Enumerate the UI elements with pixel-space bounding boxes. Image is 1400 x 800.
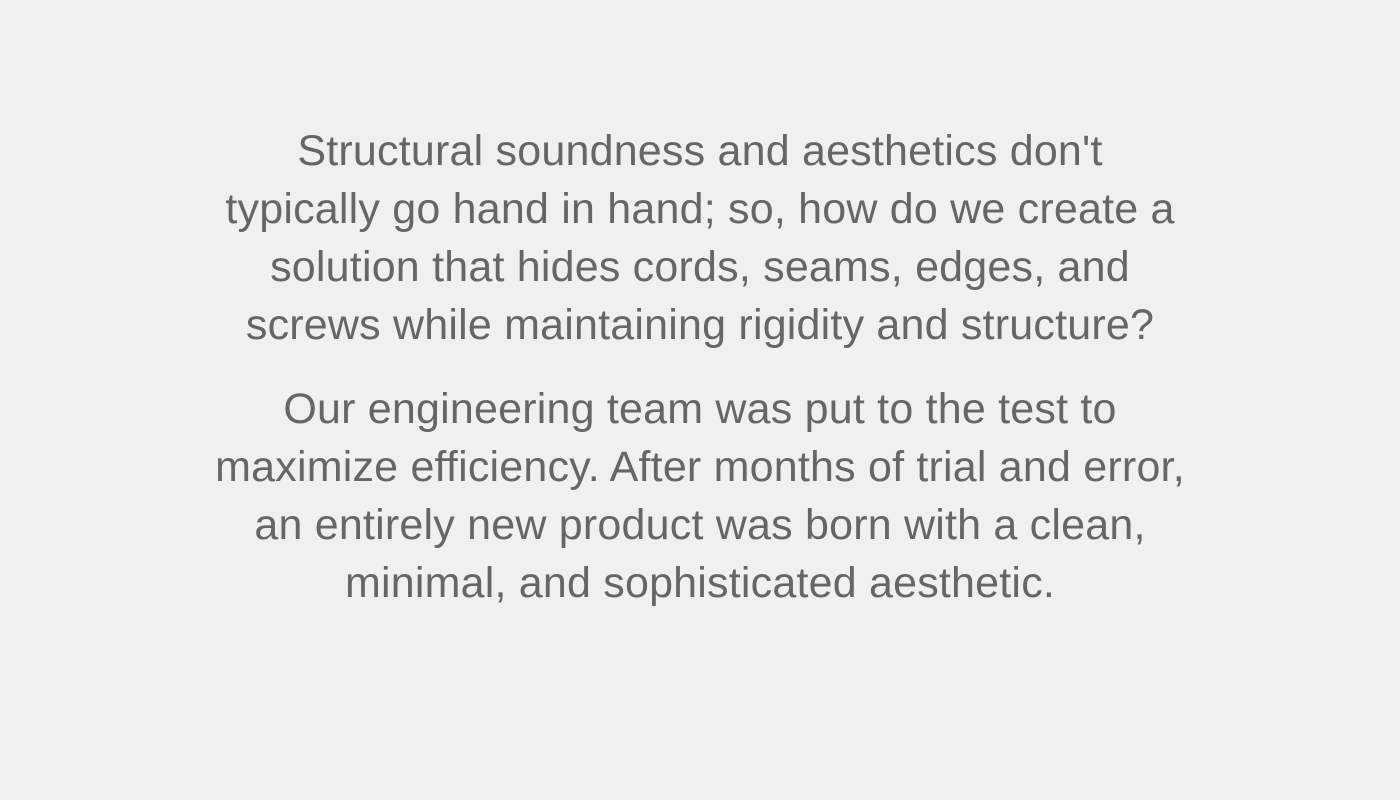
paragraph-design-challenge: Structural soundness and aesthetics don'…	[225, 127, 1175, 349]
paragraph-engineering-solution: Our engineering team was put to the test…	[215, 385, 1185, 607]
body-copy: Structural soundness and aesthetics don'…	[200, 122, 1200, 612]
page: Structural soundness and aesthetics don'…	[0, 0, 1400, 800]
